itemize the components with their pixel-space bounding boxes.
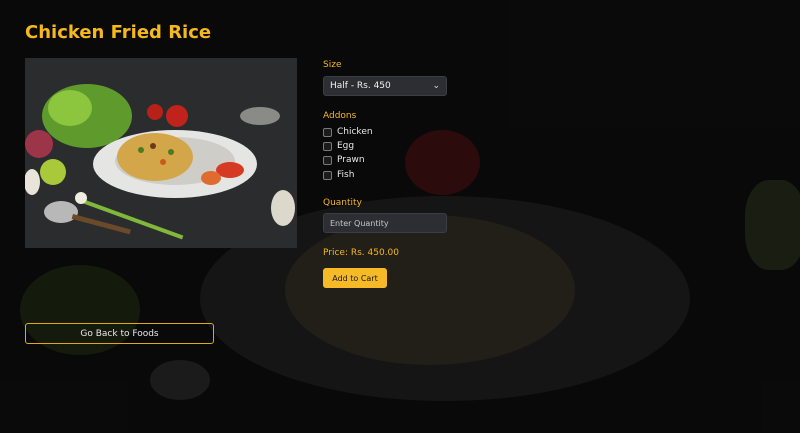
- page-title: Chicken Fried Rice: [25, 22, 212, 43]
- checkbox-icon[interactable]: [323, 155, 332, 165]
- addon-chicken[interactable]: Chicken: [323, 126, 373, 138]
- size-label: Size: [323, 60, 342, 70]
- addon-prawn[interactable]: Prawn: [323, 154, 365, 166]
- go-back-button[interactable]: Go Back to Foods: [25, 323, 214, 344]
- addon-label: Egg: [337, 141, 355, 151]
- addons-label: Addons: [323, 111, 357, 121]
- size-select-value: Half - Rs. 450: [330, 81, 391, 91]
- quantity-label: Quantity: [323, 198, 362, 208]
- price-text: Price: Rs. 450.00: [323, 248, 400, 258]
- food-image: [25, 58, 297, 248]
- addon-label: Fish: [337, 170, 355, 180]
- addon-label: Prawn: [337, 155, 365, 165]
- addon-egg[interactable]: Egg: [323, 140, 354, 152]
- chevron-down-icon: ⌄: [432, 81, 440, 91]
- checkbox-icon[interactable]: [323, 170, 332, 180]
- quantity-input[interactable]: [323, 213, 447, 233]
- checkbox-icon[interactable]: [323, 141, 332, 151]
- checkbox-icon[interactable]: [323, 127, 332, 137]
- addon-label: Chicken: [337, 127, 373, 137]
- size-select[interactable]: Half - Rs. 450 ⌄: [323, 76, 447, 96]
- addon-fish[interactable]: Fish: [323, 169, 354, 181]
- add-to-cart-button[interactable]: Add to Cart: [323, 268, 387, 288]
